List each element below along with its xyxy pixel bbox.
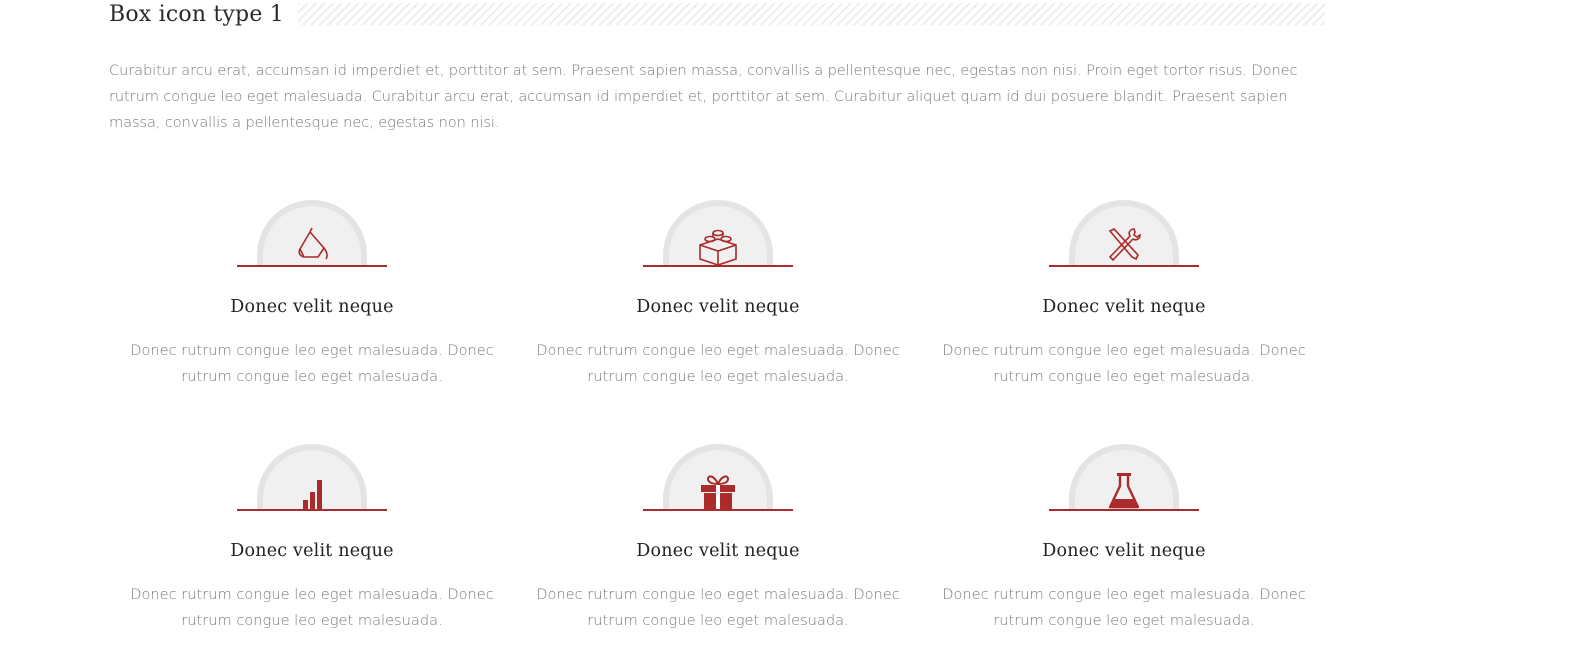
box-title: Donec velit neque [230,297,394,317]
box-text: Donec rutrum congue leo eget malesuada. … [130,586,494,629]
bar-chart-icon [290,469,334,509]
icon-baseline [643,509,793,511]
icon-badge [237,195,387,267]
flask-icon [1102,469,1146,509]
icon-baseline [1049,509,1199,511]
icon-baseline [1049,265,1199,267]
box-text: Donec rutrum congue leo eget malesuada. … [536,342,900,385]
box-text: Donec rutrum congue leo eget malesuada. … [942,586,1306,629]
lego-brick-icon [696,225,740,265]
box-title: Donec velit neque [636,541,800,561]
tools-icon [1102,225,1146,265]
icon-baseline [237,509,387,511]
box-text: Donec rutrum congue leo eget malesuada. … [942,342,1306,385]
icon-box-grid: Donec velit neque Donec rutrum congue le… [109,195,1329,663]
icon-box: Donec velit neque Donec rutrum congue le… [515,439,921,663]
icon-box-row: Donec velit neque Donec rutrum congue le… [109,439,1329,663]
icon-baseline [237,265,387,267]
icon-box-row: Donec velit neque Donec rutrum congue le… [109,195,1329,445]
icon-badge [237,439,387,511]
icon-baseline [643,265,793,267]
icon-box: Donec velit neque Donec rutrum congue le… [921,439,1327,663]
icon-box: Donec velit neque Donec rutrum congue le… [515,195,921,445]
icon-box: Donec velit neque Donec rutrum congue le… [921,195,1327,445]
icon-box: Donec velit neque Donec rutrum congue le… [109,439,515,663]
box-title: Donec velit neque [1042,541,1206,561]
title-hatch-divider [297,3,1325,25]
icon-badge [1049,195,1199,267]
icon-badge [643,439,793,511]
icon-box: Donec velit neque Donec rutrum congue le… [109,195,515,445]
section-intro: Curabitur arcu erat, accumsan id imperdi… [109,62,1298,131]
box-title: Donec velit neque [1042,297,1206,317]
box-text: Donec rutrum congue leo eget malesuada. … [536,586,900,629]
paint-bucket-icon [290,225,334,265]
icon-badge [1049,439,1199,511]
box-text: Donec rutrum congue leo eget malesuada. … [130,342,494,385]
section-title: Box icon type 1 [109,1,284,27]
box-title: Donec velit neque [230,541,394,561]
icon-badge [643,195,793,267]
gift-icon [696,469,740,509]
section-header: Box icon type 1 [109,0,1325,28]
box-title: Donec velit neque [636,297,800,317]
